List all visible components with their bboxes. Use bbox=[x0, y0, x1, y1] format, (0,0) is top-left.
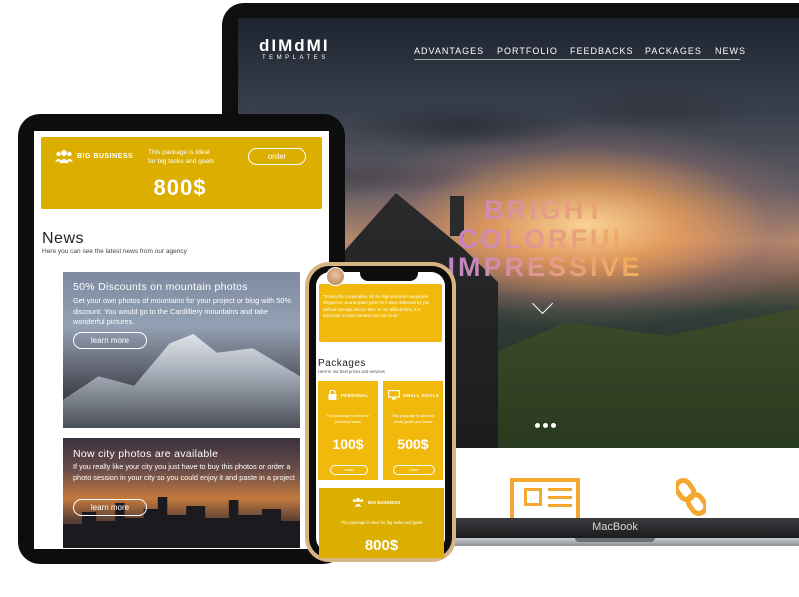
slider-dot[interactable] bbox=[535, 423, 540, 428]
slider-dot[interactable] bbox=[543, 423, 548, 428]
nav-packages[interactable]: PACKAGES bbox=[645, 46, 702, 56]
hero-line-3: IMPRESSIVE bbox=[425, 252, 665, 283]
package-price: 800$ bbox=[364, 537, 399, 554]
nav-news[interactable]: NEWS bbox=[715, 46, 746, 56]
newspaper-icon bbox=[510, 478, 580, 518]
packages-heading: Packages bbox=[318, 358, 366, 369]
nav-portfolio[interactable]: PORTFOLIO bbox=[497, 46, 558, 56]
learn-more-button[interactable]: learn more bbox=[73, 499, 147, 516]
testimonial-text: "During the cooperation, all the high-pr… bbox=[323, 294, 430, 318]
nav-feedbacks[interactable]: FEEDBACKS bbox=[570, 46, 634, 56]
news-card-text: Get your own photos of mountains for you… bbox=[73, 296, 291, 326]
learn-more-button[interactable]: learn more bbox=[73, 332, 147, 349]
order-button[interactable]: order bbox=[393, 465, 435, 475]
avatar bbox=[326, 267, 345, 286]
package-description: This package is ideal for big tasks and … bbox=[340, 520, 423, 525]
package-name: SMALL GOALS bbox=[403, 393, 439, 398]
news-card-text: If you really like your city you just ha… bbox=[73, 462, 295, 482]
package-price: 100$ bbox=[332, 436, 364, 452]
news-card-title: Now city photos are available bbox=[73, 448, 219, 460]
news-card-title: 50% Discounts on mountain photos bbox=[73, 281, 248, 293]
nav-underline bbox=[414, 59, 740, 60]
group-users-icon bbox=[55, 150, 73, 163]
device-label: MacBook bbox=[592, 521, 638, 533]
monitor-icon bbox=[388, 390, 400, 400]
order-button[interactable]: order bbox=[248, 148, 306, 165]
order-button[interactable]: order bbox=[330, 465, 368, 475]
hero-line-1: BRIGHT bbox=[425, 195, 665, 226]
package-description: This package is ideal for personal tasks bbox=[326, 413, 370, 424]
laptop-hinge-notch bbox=[575, 538, 655, 542]
lock-icon bbox=[328, 390, 337, 400]
package-price: 800$ bbox=[153, 175, 207, 200]
packages-subtitle: Here're our best prices and services bbox=[318, 369, 385, 374]
hero-line-2: COLORFUL bbox=[425, 224, 665, 255]
package-price: 500$ bbox=[397, 436, 429, 452]
brand-tagline: TEMPLATES bbox=[262, 55, 329, 61]
package-description: This package is ideal for small goals an… bbox=[391, 413, 435, 424]
package-description: This package is ideal for big tasks and … bbox=[148, 149, 214, 165]
package-card-personal: PERSONAL This package is ideal for perso… bbox=[318, 381, 378, 480]
news-card-city[interactable]: Now city photos are available If you rea… bbox=[63, 438, 300, 548]
package-name: PERSONAL bbox=[341, 393, 369, 398]
package-card-small-goals: SMALL GOALS This package is ideal for sm… bbox=[383, 381, 443, 480]
package-name: BIG BUSINESS bbox=[368, 500, 401, 505]
slider-dot[interactable] bbox=[551, 423, 556, 428]
nav-advantages[interactable]: ADVANTAGES bbox=[414, 46, 484, 56]
chain-link-icon bbox=[676, 478, 706, 516]
news-card-mountains[interactable]: 50% Discounts on mountain photos Get you… bbox=[63, 272, 300, 428]
group-users-icon bbox=[352, 498, 364, 507]
phone-notch bbox=[360, 272, 418, 281]
news-subtitle: Here you can see the latest news from ou… bbox=[42, 248, 187, 255]
advantages-section bbox=[452, 448, 799, 518]
news-heading: News bbox=[42, 230, 85, 247]
brand-logo[interactable]: dIMdMI bbox=[259, 36, 330, 56]
package-name: BIG BUSINESS bbox=[77, 153, 134, 160]
hillside bbox=[468, 308, 799, 448]
city-skyline-photo bbox=[63, 497, 300, 548]
